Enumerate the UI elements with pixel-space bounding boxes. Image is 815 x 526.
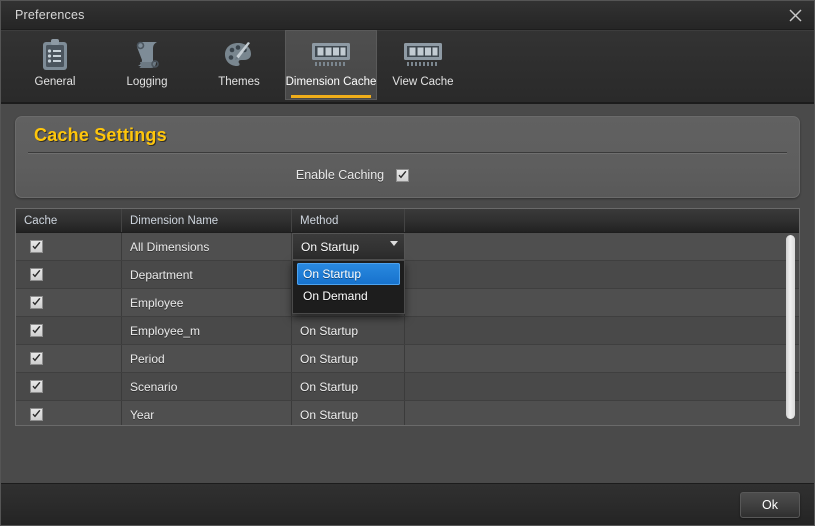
table-header-row: Cache Dimension Name Method xyxy=(16,209,799,233)
table-row[interactable]: All Dimensions On Startup On Startup On … xyxy=(16,233,799,314)
cell-method[interactable]: On Startup On Startup On Demand xyxy=(292,233,405,314)
tab-label: Logging xyxy=(126,76,168,88)
row-cache-checkbox[interactable] xyxy=(30,352,43,365)
cell-cache xyxy=(16,261,122,288)
tab-logging[interactable]: Logging xyxy=(101,30,193,100)
column-header-cache[interactable]: Cache xyxy=(16,209,122,232)
tab-strip: General Logging Themes Dimension Cache V… xyxy=(1,30,814,104)
title-bar: Preferences xyxy=(1,1,814,30)
enable-caching-row: Enable Caching xyxy=(28,168,787,182)
cell-dimension-name: Period xyxy=(122,345,292,372)
cell-dimension-name: Year xyxy=(122,401,292,425)
dimension-cache-table: Cache Dimension Name Method All Dimensio… xyxy=(15,208,800,426)
cell-cache xyxy=(16,401,122,425)
method-dropdown[interactable]: On Startup On Startup On Demand xyxy=(292,233,405,314)
table-row[interactable]: Scenario On Startup xyxy=(16,373,799,401)
active-tab-underline xyxy=(291,95,371,98)
row-cache-checkbox[interactable] xyxy=(30,268,43,281)
cell-method[interactable]: On Startup xyxy=(292,345,405,372)
column-header-blank[interactable] xyxy=(405,209,799,232)
cell-method[interactable]: On Startup xyxy=(292,373,405,400)
ok-button[interactable]: Ok xyxy=(740,491,800,518)
tab-label: View Cache xyxy=(392,76,454,88)
method-option-on-demand[interactable]: On Demand xyxy=(297,285,400,307)
table-row[interactable]: Employee On Startup xyxy=(16,289,799,317)
dialog-footer: Ok xyxy=(1,483,814,525)
method-dropdown-value: On Startup xyxy=(301,239,360,254)
tab-label: Themes xyxy=(218,76,260,88)
preferences-window: Preferences General Logging Themes Dimen… xyxy=(0,0,815,526)
column-header-dimension-name[interactable]: Dimension Name xyxy=(122,209,292,232)
method-option-on-startup[interactable]: On Startup xyxy=(297,263,400,285)
content-area: Cache Settings Enable Caching Cache Dime… xyxy=(1,104,814,483)
cell-blank xyxy=(405,317,799,344)
tab-label: Dimension Cache xyxy=(285,76,377,88)
row-cache-checkbox[interactable] xyxy=(30,380,43,393)
enable-caching-label: Enable Caching xyxy=(295,168,385,182)
enable-caching-checkbox[interactable] xyxy=(396,168,410,182)
row-cache-checkbox[interactable] xyxy=(30,240,43,253)
cell-dimension-name: All Dimensions xyxy=(122,233,292,260)
memory-icon xyxy=(310,36,352,74)
method-dropdown-list: On Startup On Demand xyxy=(292,260,405,314)
cell-blank xyxy=(405,373,799,400)
cell-dimension-name: Department xyxy=(122,261,292,288)
memory-icon xyxy=(402,36,444,74)
cell-method[interactable]: On Startup xyxy=(292,401,405,425)
tab-view-cache[interactable]: View Cache xyxy=(377,30,469,100)
table-row[interactable]: Employee_m On Startup xyxy=(16,317,799,345)
row-cache-checkbox[interactable] xyxy=(30,408,43,421)
cell-blank xyxy=(405,345,799,372)
palette-icon xyxy=(222,36,256,74)
cell-blank xyxy=(405,289,799,316)
row-cache-checkbox[interactable] xyxy=(30,296,43,309)
cell-blank xyxy=(405,261,799,288)
scroll-icon xyxy=(130,36,164,74)
cache-settings-title: Cache Settings xyxy=(34,125,167,145)
clipboard-icon xyxy=(39,36,71,74)
scrollbar-thumb[interactable] xyxy=(786,235,795,419)
chevron-down-icon xyxy=(390,241,398,246)
cell-cache xyxy=(16,373,122,400)
tab-general[interactable]: General xyxy=(9,30,101,100)
table-row[interactable]: Period On Startup xyxy=(16,345,799,373)
tab-dimension-cache[interactable]: Dimension Cache xyxy=(285,30,377,100)
cell-method[interactable]: On Startup xyxy=(292,317,405,344)
cell-blank xyxy=(405,401,799,425)
cell-dimension-name: Scenario xyxy=(122,373,292,400)
cell-cache xyxy=(16,289,122,316)
cache-settings-panel: Cache Settings Enable Caching xyxy=(15,116,800,198)
table-row[interactable]: Department On Startup xyxy=(16,261,799,289)
tab-themes[interactable]: Themes xyxy=(193,30,285,100)
cell-cache xyxy=(16,345,122,372)
table-vertical-scrollbar[interactable] xyxy=(786,235,795,419)
table-row[interactable]: Year On Startup xyxy=(16,401,799,425)
cell-cache xyxy=(16,233,122,260)
cell-blank xyxy=(405,233,799,260)
tab-label: General xyxy=(34,76,76,88)
cell-dimension-name: Employee xyxy=(122,289,292,316)
method-dropdown-button[interactable]: On Startup xyxy=(292,233,405,260)
divider xyxy=(28,152,787,154)
window-title: Preferences xyxy=(15,8,85,22)
row-cache-checkbox[interactable] xyxy=(30,324,43,337)
cell-dimension-name: Employee_m xyxy=(122,317,292,344)
close-icon[interactable] xyxy=(784,4,806,26)
cell-cache xyxy=(16,317,122,344)
column-header-method[interactable]: Method xyxy=(292,209,405,232)
